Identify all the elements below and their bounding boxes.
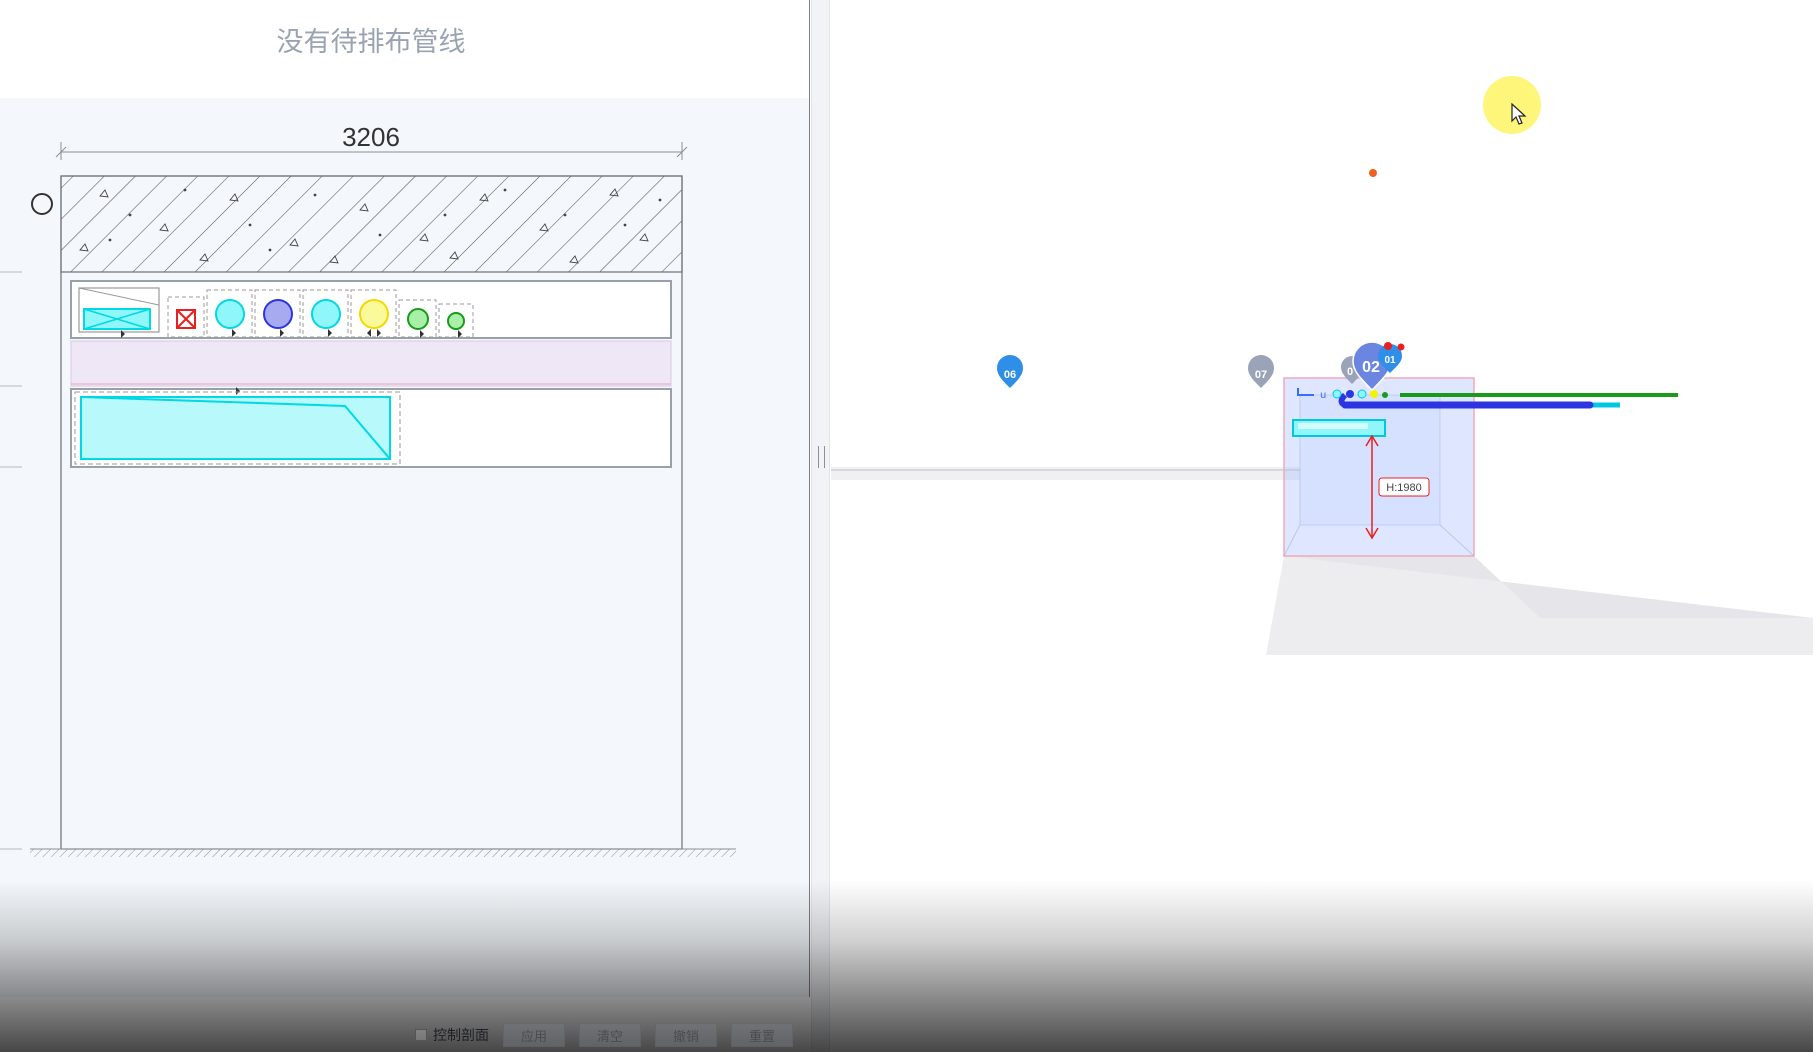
red-point-2[interactable] [1397,343,1405,351]
svg-text:06: 06 [1004,369,1016,381]
cursor-icon [1511,103,1527,125]
section-origin-marker[interactable] [31,193,53,215]
clear-button[interactable]: 清空 [579,1023,641,1047]
section-outline [60,175,683,850]
control-section-label: 控制剖面 [433,1027,489,1043]
3d-scene: u H:1980 06 07 0 02 01 [831,169,1813,655]
marker-07[interactable]: 07 [1248,355,1274,388]
empty-pending-message: 没有待排布管线 [276,27,466,58]
app-window: 没有待排布管线 3206 u H:1980 06 07 0 02 01 控制剖面… [0,0,1813,1052]
svg-text:01: 01 [1384,355,1396,366]
middle-band[interactable] [70,340,672,387]
3d-viewport[interactable]: u H:1980 06 07 0 02 01 [831,0,1813,1052]
reset-button[interactable]: 重置 [731,1023,793,1047]
apply-button[interactable]: 应用 [503,1023,565,1047]
concrete-slab [60,175,683,273]
svg-text:0: 0 [1347,366,1353,378]
section-panel: 没有待排布管线 3206 [0,0,810,997]
cross-section-drawing: 3206 [0,122,736,857]
ground-hatch [30,849,736,857]
lower-duct-item[interactable] [74,391,401,465]
svg-text:u: u [1320,390,1326,401]
marker-06[interactable]: 06 [997,355,1023,388]
panel-splitter[interactable] [811,0,830,1052]
control-section-checkbox[interactable]: 控制剖面 [415,1025,489,1045]
splitter-grip-handle[interactable] [818,446,825,468]
svg-text:02: 02 [1362,359,1380,376]
pending-pipes-header: 没有待排布管线 [0,0,809,98]
height-value: H:1980 [1386,482,1421,494]
checkbox-box[interactable] [415,1029,427,1041]
width-dimension-value: 3206 [342,122,400,152]
bottom-toolbar: 控制剖面 应用 清空 撤销 重置 [415,1022,793,1048]
orange-point[interactable] [1369,169,1377,177]
red-point-1[interactable] [1384,342,1392,350]
width-dimension: 3206 [55,122,688,160]
corridor-floor-left [831,467,1300,480]
cross-section-canvas[interactable]: 3206 [0,98,809,997]
undo-button[interactable]: 撤销 [655,1023,717,1047]
svg-text:07: 07 [1255,369,1267,381]
